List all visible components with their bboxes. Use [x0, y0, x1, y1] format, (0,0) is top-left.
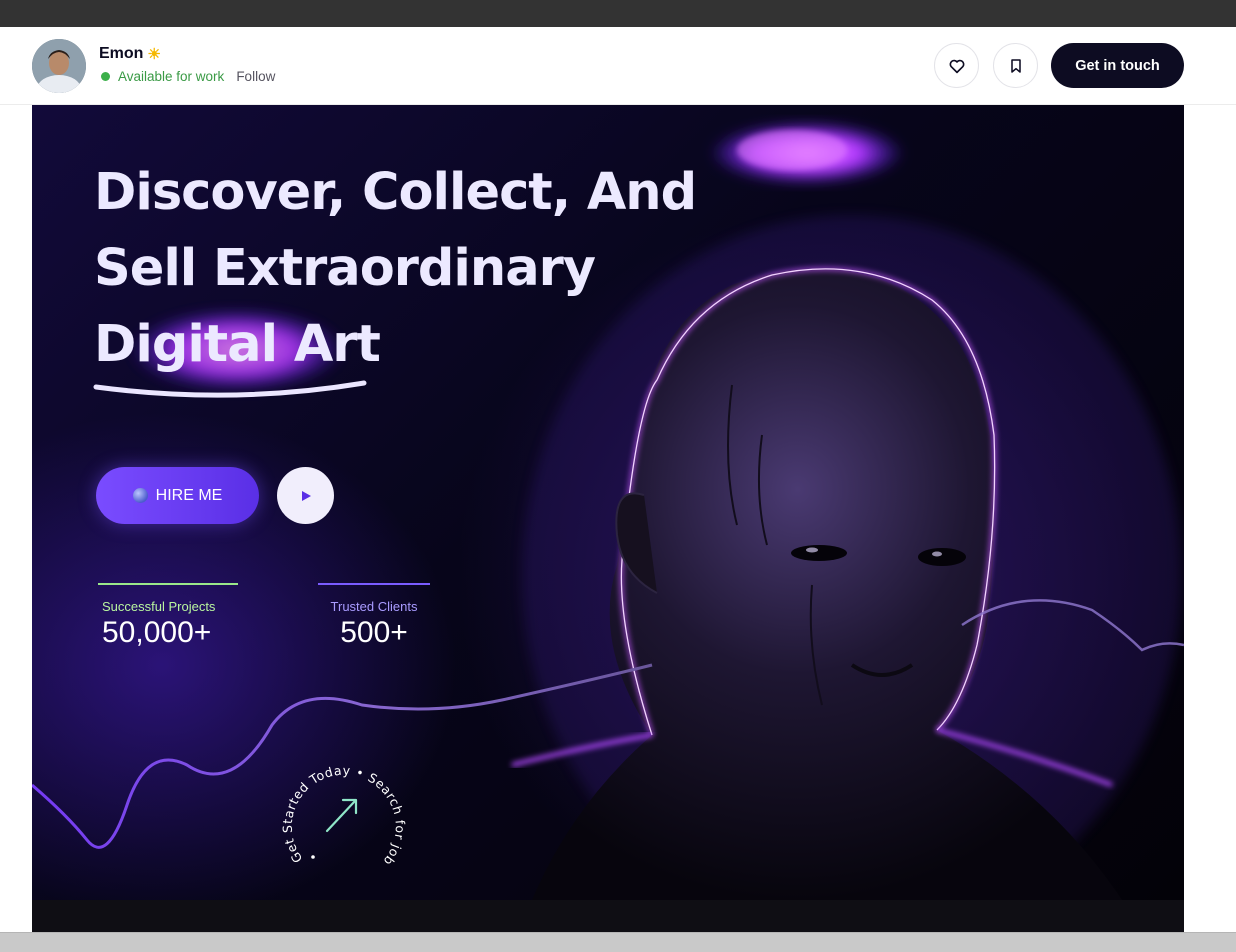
rotating-badge[interactable]: Get Started Today • Search for job • Sea…	[275, 743, 415, 883]
availability-status: Available for work Follow	[101, 69, 275, 84]
stat-value: 50,000+	[102, 616, 212, 649]
shot-header: Emon ☀ Available for work Follow Get in …	[0, 27, 1236, 105]
play-icon	[301, 490, 311, 501]
headline-line-2: Sell Extraordinary	[94, 239, 596, 298]
hire-me-label: HIRE ME	[155, 486, 223, 504]
cloud-decoration-top	[709, 121, 905, 185]
browser-bottom-bar	[0, 932, 1236, 952]
stat-successful-projects: Successful Projects 50,000+	[98, 583, 238, 650]
status-dot-icon	[101, 72, 110, 81]
svg-text:Get Started Today • Search for: Get Started Today • Search for job • Sea…	[275, 743, 408, 869]
headline-line-3: Digital Art	[94, 315, 381, 374]
play-button[interactable]	[277, 467, 334, 524]
hero-headline: Discover, Collect, And Sell Extraordinar…	[94, 155, 697, 383]
hire-me-button[interactable]: HIRE ME	[96, 467, 259, 524]
arrow-up-right-icon	[325, 798, 358, 833]
stat-label: Successful Projects	[102, 599, 216, 614]
author-name[interactable]: Emon ☀	[99, 45, 161, 63]
browser-top-strip	[0, 0, 1236, 27]
badge-text: Get Started Today • Search for job • Sea…	[275, 743, 407, 869]
next-shot-preview	[32, 900, 1184, 932]
save-button[interactable]	[993, 43, 1038, 88]
avatar[interactable]	[32, 39, 86, 93]
stat-trusted-clients: Trusted Clients 500+	[318, 583, 430, 650]
stat-label: Trusted Clients	[330, 599, 418, 614]
get-in-touch-button[interactable]: Get in touch	[1051, 43, 1184, 88]
orb-icon	[132, 488, 148, 503]
author-name-text[interactable]: Emon	[99, 45, 143, 63]
stat-value: 500+	[340, 616, 408, 649]
bookmark-icon	[1010, 58, 1021, 73]
headline-line-1: Discover, Collect, And	[94, 163, 697, 222]
sun-icon: ☀	[147, 45, 161, 63]
follow-button[interactable]: Follow	[236, 69, 275, 84]
hero-shot: Discover, Collect, And Sell Extraordinar…	[32, 105, 1184, 900]
heart-icon	[949, 59, 964, 73]
availability-label: Available for work	[118, 69, 225, 84]
like-button[interactable]	[934, 43, 979, 88]
